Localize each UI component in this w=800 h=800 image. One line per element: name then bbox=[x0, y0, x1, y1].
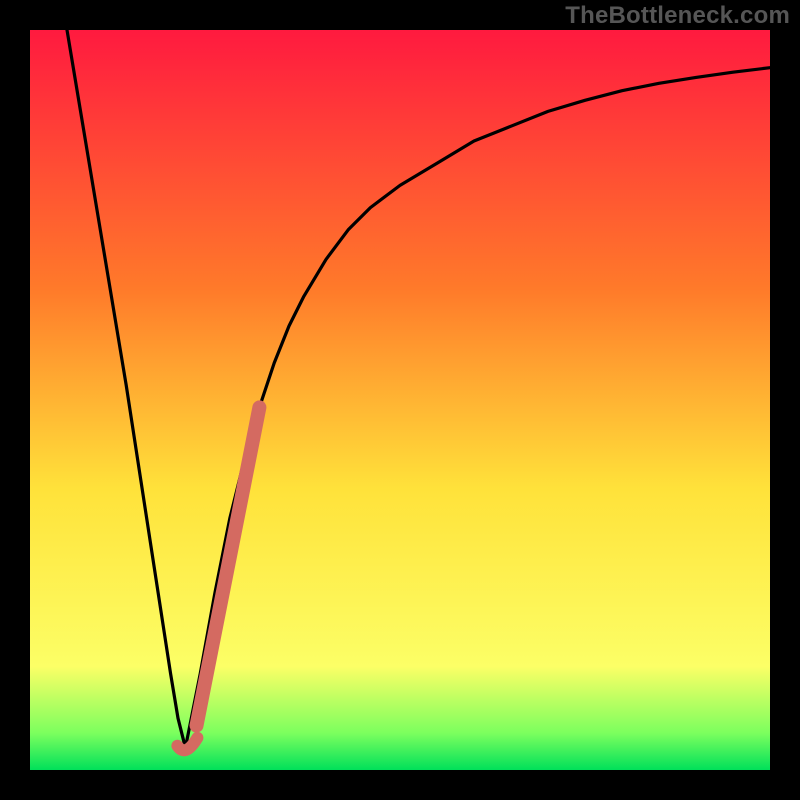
watermark-text: TheBottleneck.com bbox=[565, 2, 790, 30]
chart-frame: { "watermark": "TheBottleneck.com", "col… bbox=[0, 0, 800, 800]
border-left bbox=[0, 0, 30, 800]
border-bottom bbox=[0, 770, 800, 800]
border-right bbox=[770, 0, 800, 800]
gradient-background bbox=[30, 30, 770, 770]
bottleneck-chart bbox=[0, 0, 800, 800]
